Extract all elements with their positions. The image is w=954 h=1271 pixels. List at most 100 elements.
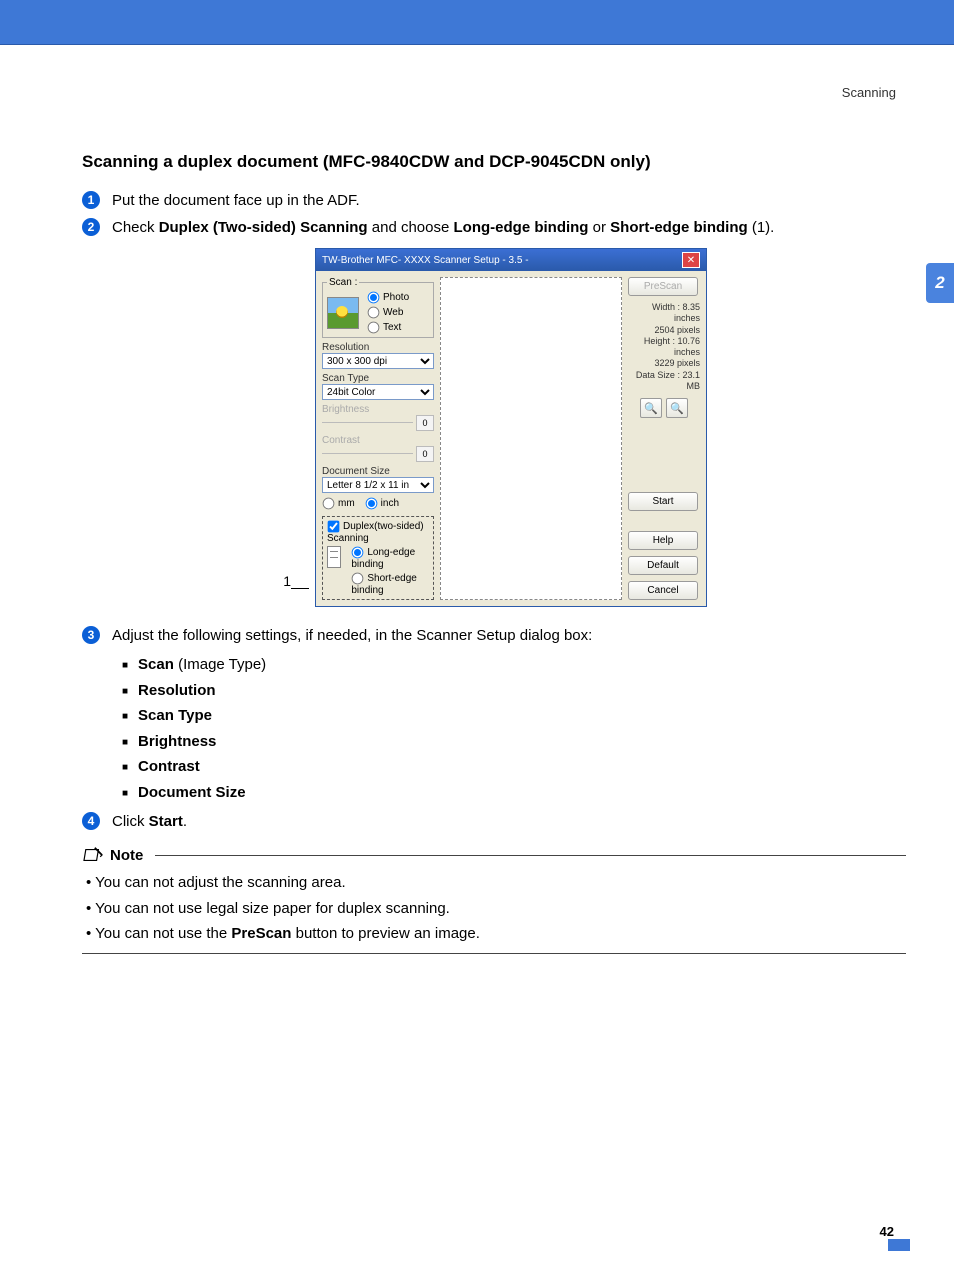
text: (Image Type) xyxy=(174,656,266,673)
value: 0 xyxy=(416,415,434,431)
step-badge: 4 xyxy=(82,812,100,830)
note-item: You can not use legal size paper for dup… xyxy=(86,896,906,922)
unit-mm-radio[interactable]: mm xyxy=(322,497,355,510)
bold-text: Start xyxy=(149,813,183,830)
bold-text: Document Size xyxy=(138,784,246,801)
step-3: 3 Adjust the following settings, if need… xyxy=(82,625,906,646)
prescan-button[interactable]: PreScan xyxy=(628,277,698,296)
radio-text[interactable]: Text xyxy=(367,321,409,334)
note-block: Note You can not adjust the scanning are… xyxy=(82,846,906,954)
step-text: Check Duplex (Two-sided) Scanning and ch… xyxy=(112,217,906,238)
duplex-group: Duplex(two-sided) Scanning Long-edge bin… xyxy=(322,516,434,600)
contrast-label: Contrast xyxy=(322,435,434,446)
bold-text: Duplex (Two-sided) Scanning xyxy=(159,219,368,236)
brightness-label: Brightness xyxy=(322,404,434,415)
zoom-in-icon[interactable]: 🔍 xyxy=(640,398,662,418)
divider xyxy=(82,953,906,954)
note-icon xyxy=(82,846,104,864)
text: You can not use the xyxy=(95,925,231,942)
bold-text: Scan Type xyxy=(138,707,212,724)
radio-web[interactable]: Web xyxy=(367,306,409,319)
value: 3229 pixels xyxy=(628,358,700,369)
label: Text xyxy=(383,322,401,333)
breadcrumb: Scanning xyxy=(82,85,896,100)
dialog-titlebar: TW-Brother MFC- XXXX Scanner Setup - 3.5… xyxy=(316,249,706,271)
help-button[interactable]: Help xyxy=(628,531,698,550)
text: button to preview an image. xyxy=(291,925,479,942)
list-item: Contrast xyxy=(122,754,906,780)
orientation-icon xyxy=(327,546,341,568)
list-item: Resolution xyxy=(122,678,906,704)
contrast-slider[interactable]: 0 xyxy=(322,446,434,462)
scanner-setup-dialog: TW-Brother MFC- XXXX Scanner Setup - 3.5… xyxy=(315,248,707,607)
value: 10.76 inches xyxy=(674,336,700,357)
step-badge: 1 xyxy=(82,191,100,209)
scantype-select[interactable]: 24bit Color xyxy=(322,384,434,400)
bold-text: PreScan xyxy=(231,925,291,942)
value: 0 xyxy=(416,446,434,462)
text: and choose xyxy=(368,219,454,236)
docsize-select[interactable]: Letter 8 1/2 x 11 in xyxy=(322,477,434,493)
bold-text: Short-edge binding xyxy=(610,219,747,236)
brightness-slider[interactable]: 0 xyxy=(322,415,434,431)
label: Photo xyxy=(383,292,409,303)
zoom-out-icon[interactable]: 🔍 xyxy=(666,398,688,418)
value: 2504 pixels xyxy=(628,325,700,336)
resolution-select[interactable]: 300 x 300 dpi xyxy=(322,353,434,369)
top-bar xyxy=(0,0,954,45)
docsize-label: Document Size xyxy=(322,466,434,477)
bold-text: Scan xyxy=(138,656,174,673)
scan-legend: Scan : xyxy=(327,277,359,288)
value: 23.1 MB xyxy=(682,370,700,391)
dialog-right-panel: PreScan Width : 8.35 inches 2504 pixels … xyxy=(628,277,700,600)
step-1: 1 Put the document face up in the ADF. xyxy=(82,190,906,211)
step-4: 4 Click Start. xyxy=(82,811,906,832)
close-icon[interactable]: ✕ xyxy=(682,252,700,268)
label: Data Size : xyxy=(636,370,680,380)
cancel-button[interactable]: Cancel xyxy=(628,581,698,600)
step-badge: 2 xyxy=(82,218,100,236)
divider xyxy=(155,855,906,856)
list-item: Document Size xyxy=(122,780,906,806)
section-title: Scanning a duplex document (MFC-9840CDW … xyxy=(82,152,906,172)
thumbnail-icon xyxy=(327,297,359,329)
bold-text: Long-edge binding xyxy=(454,219,589,236)
note-item: You can not adjust the scanning area. xyxy=(86,870,906,896)
text: (1). xyxy=(748,219,775,236)
text: Check xyxy=(112,219,159,236)
radio-short-edge[interactable]: Short-edge binding xyxy=(351,572,429,596)
note-title: Note xyxy=(110,847,143,864)
dialog-left-panel: Scan : Photo Web Text Resolution 300 x 3… xyxy=(322,277,434,600)
bold-text: Resolution xyxy=(138,682,216,699)
page-number: 42 xyxy=(82,1224,894,1239)
label: mm xyxy=(338,498,355,509)
list-item: Scan (Image Type) xyxy=(122,652,906,678)
label: Duplex(two-sided) Scanning xyxy=(327,521,424,544)
preview-area xyxy=(440,277,622,600)
dialog-figure: 1 TW-Brother MFC- XXXX Scanner Setup - 3… xyxy=(82,248,906,607)
unit-inch-radio[interactable]: inch xyxy=(365,497,399,510)
text: or xyxy=(588,219,610,236)
duplex-checkbox[interactable]: Duplex(two-sided) Scanning xyxy=(327,520,429,544)
note-item: You can not use the PreScan button to pr… xyxy=(86,921,906,947)
bold-text: Brightness xyxy=(138,733,216,750)
chapter-tab: 2 xyxy=(926,263,954,303)
step-text: Click Start. xyxy=(112,811,906,832)
step-badge: 3 xyxy=(82,626,100,644)
label: Height : xyxy=(644,336,675,346)
list-item: Scan Type xyxy=(122,703,906,729)
step-text: Put the document face up in the ADF. xyxy=(112,190,906,211)
page-accent xyxy=(888,1239,910,1251)
callout-line xyxy=(291,588,309,589)
info-block: Width : 8.35 inches 2504 pixels Height :… xyxy=(628,302,700,392)
step-2: 2 Check Duplex (Two-sided) Scanning and … xyxy=(82,217,906,238)
default-button[interactable]: Default xyxy=(628,556,698,575)
label: Width : xyxy=(652,302,680,312)
start-button[interactable]: Start xyxy=(628,492,698,511)
label: Web xyxy=(383,307,403,318)
resolution-label: Resolution xyxy=(322,342,434,353)
radio-photo[interactable]: Photo xyxy=(367,291,409,304)
bold-text: Contrast xyxy=(138,758,200,775)
settings-list: Scan (Image Type) Resolution Scan Type B… xyxy=(122,652,906,805)
radio-long-edge[interactable]: Long-edge binding xyxy=(351,546,429,570)
